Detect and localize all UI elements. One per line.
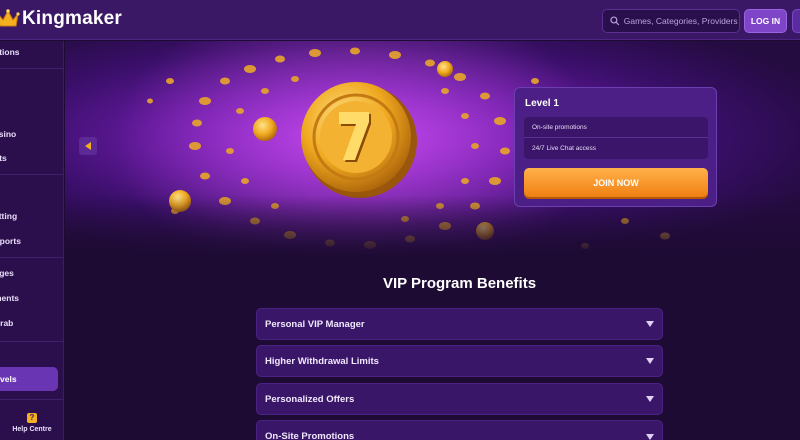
level-card: Level 1 On-site promotions 24/7 Live Cha… (514, 87, 717, 207)
level-perk: 24/7 Live Chat access (532, 145, 596, 152)
sidebar-divider (0, 399, 63, 400)
sidebar-divider (0, 341, 63, 342)
sidebar-item-challenges[interactable]: nges (0, 268, 14, 278)
kingmaker-logo[interactable]: Kingmaker (0, 8, 122, 30)
chevron-down-icon (646, 434, 654, 440)
benefit-accordion-item[interactable]: Higher Withdrawal Limits (256, 345, 663, 377)
sidebar-divider (0, 257, 63, 258)
chevron-down-icon (646, 358, 654, 364)
crown-icon (0, 9, 20, 27)
join-now-button[interactable]: JOIN NOW (524, 168, 708, 197)
sidebar-item-sports[interactable]: Sports (0, 236, 21, 246)
brand-name: Kingmaker (22, 8, 123, 29)
sidebar-divider (0, 68, 63, 69)
benefit-label: Personal VIP Manager (265, 318, 365, 330)
sidebar-item-betting[interactable]: etting (0, 211, 17, 221)
login-button[interactable]: LOG IN (744, 9, 787, 33)
level-perks-list: On-site promotions 24/7 Live Chat access (524, 117, 708, 159)
search-box[interactable] (602, 9, 740, 33)
sidebar-item-crab[interactable]: Crab (0, 318, 13, 328)
chevron-down-icon (646, 396, 654, 402)
sidebar-item-vip-levels[interactable]: vels (0, 367, 58, 391)
chevron-down-icon (646, 321, 654, 327)
search-icon (610, 16, 620, 26)
sidebar-item-slots[interactable]: ots (0, 153, 7, 163)
benefit-accordion-item[interactable]: Personalized Offers (256, 383, 663, 415)
sidebar-item-tournaments[interactable]: ments (0, 293, 19, 303)
search-input[interactable] (623, 16, 739, 26)
sidebar-item-label: vels (0, 374, 17, 384)
top-header: Kingmaker LOG IN (0, 0, 800, 40)
benefit-accordion-item[interactable]: Personal VIP Manager (256, 308, 663, 340)
benefit-label: Personalized Offers (265, 393, 355, 405)
signup-button[interactable] (792, 9, 800, 33)
sidebar: otions o asino ots etting Sports nges me… (0, 41, 64, 440)
sidebar-item-promotions[interactable]: otions (0, 47, 20, 57)
level-title: Level 1 (525, 98, 559, 109)
benefit-label: Higher Withdrawal Limits (265, 355, 379, 367)
level-perk: On-site promotions (524, 117, 708, 138)
benefit-accordion-item[interactable]: On-Site Promotions (256, 420, 663, 440)
benefit-label: On-Site Promotions (265, 431, 355, 440)
sidebar-item-live-casino[interactable]: asino (0, 129, 16, 139)
sidebar-divider (0, 174, 63, 175)
slider-prev-button[interactable] (79, 137, 97, 155)
help-centre-link[interactable]: ? Help Centre (0, 413, 63, 433)
question-icon: ? (27, 413, 37, 423)
help-centre-label: Help Centre (12, 426, 52, 433)
benefits-title: VIP Program Benefits (382, 275, 537, 292)
chevron-left-icon (84, 142, 91, 150)
